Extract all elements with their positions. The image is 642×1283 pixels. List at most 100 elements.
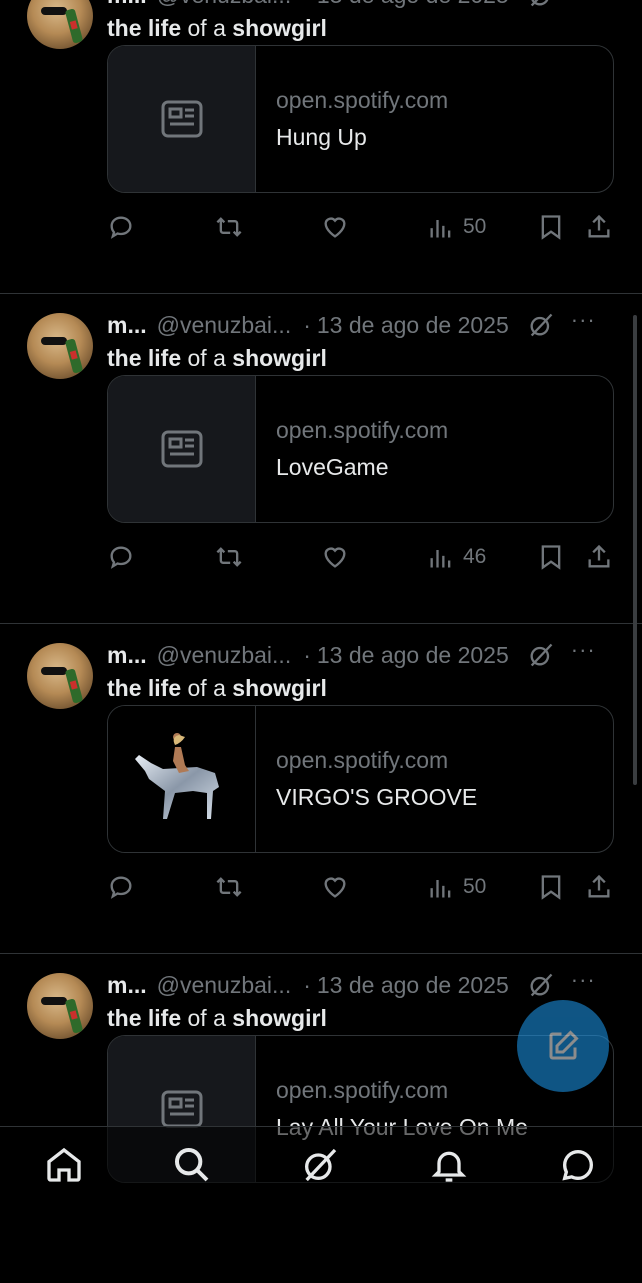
views-count: 50 bbox=[463, 215, 487, 238]
article-icon bbox=[161, 430, 202, 468]
display-name[interactable]: m... bbox=[107, 642, 147, 669]
tab-grok[interactable] bbox=[300, 1145, 340, 1185]
views-icon bbox=[430, 880, 451, 898]
bookmark-button[interactable] bbox=[537, 213, 565, 241]
card-title: LoveGame bbox=[276, 454, 389, 480]
like-button[interactable] bbox=[321, 213, 349, 241]
reply-button[interactable] bbox=[107, 543, 135, 571]
heart-icon bbox=[324, 217, 346, 238]
card-domain: open.spotify.com bbox=[276, 87, 449, 113]
share-button[interactable] bbox=[585, 213, 613, 241]
retweet-icon bbox=[216, 877, 242, 897]
display-name[interactable]: m... bbox=[107, 0, 147, 9]
grok-icon[interactable] bbox=[527, 311, 555, 339]
card-body: open.spotify.com VIRGO'S GROOVE bbox=[256, 706, 477, 852]
tab-notifications[interactable] bbox=[429, 1145, 469, 1185]
tweet[interactable]: m... @venuzbai... · 13 de ago de 2025 ··… bbox=[0, 0, 642, 294]
reply-icon bbox=[110, 876, 132, 899]
user-handle[interactable]: @venuzbai... bbox=[157, 972, 292, 999]
tweet-text: the life of a showgirl bbox=[107, 675, 327, 702]
card-thumbnail bbox=[108, 376, 256, 522]
reply-icon bbox=[110, 216, 132, 239]
tweet-text-plain: of a bbox=[181, 1005, 233, 1031]
tweet-text-bold: the life bbox=[107, 675, 182, 701]
share-icon bbox=[588, 214, 610, 238]
tweet-header: m... @venuzbai... · 13 de ago de 2025 ··… bbox=[107, 0, 614, 13]
views-count: 50 bbox=[463, 875, 487, 898]
album-art-horse-rider bbox=[134, 733, 219, 819]
timestamp[interactable]: 13 de ago de 2025 bbox=[317, 972, 509, 999]
reply-button[interactable] bbox=[107, 213, 135, 241]
avatar[interactable] bbox=[27, 643, 93, 709]
separator-dot: · bbox=[303, 0, 311, 9]
separator-dot: · bbox=[303, 971, 311, 998]
bookmark-icon bbox=[541, 875, 561, 900]
user-handle[interactable]: @venuzbai... bbox=[157, 312, 292, 339]
tweet-text-plain: of a bbox=[181, 675, 233, 701]
tweet[interactable]: m... @venuzbai... · 13 de ago de 2025 ··… bbox=[0, 623, 642, 954]
bookmark-button[interactable] bbox=[537, 543, 565, 571]
tab-search[interactable] bbox=[172, 1145, 212, 1185]
link-card[interactable]: open.spotify.com LoveGame bbox=[107, 375, 614, 523]
more-options-icon[interactable]: ··· bbox=[571, 0, 596, 3]
retweet-button[interactable] bbox=[215, 873, 243, 901]
more-options-icon[interactable]: ··· bbox=[571, 967, 596, 993]
share-button[interactable] bbox=[585, 873, 613, 901]
messages-icon bbox=[562, 1149, 594, 1181]
compose-button[interactable] bbox=[517, 1000, 609, 1092]
tweet-text-bold: the life bbox=[107, 1005, 182, 1031]
tweet-header: m... @venuzbai... · 13 de ago de 2025 ··… bbox=[107, 967, 614, 1003]
views-button[interactable]: 46 bbox=[427, 543, 486, 571]
display-name[interactable]: m... bbox=[107, 312, 147, 339]
tweet-text: the life of a showgirl bbox=[107, 1005, 327, 1032]
timestamp[interactable]: 13 de ago de 2025 bbox=[317, 642, 509, 669]
bookmark-button[interactable] bbox=[537, 873, 565, 901]
separator-dot: · bbox=[303, 311, 311, 338]
tweet-text-bold: the life bbox=[107, 15, 182, 41]
timestamp[interactable]: 13 de ago de 2025 bbox=[317, 312, 509, 339]
like-button[interactable] bbox=[321, 543, 349, 571]
retweet-button[interactable] bbox=[215, 213, 243, 241]
display-name[interactable]: m... bbox=[107, 972, 147, 999]
grok-icon[interactable] bbox=[527, 641, 555, 669]
card-body: open.spotify.com Hung Up bbox=[256, 46, 448, 192]
avatar[interactable] bbox=[27, 973, 93, 1039]
reply-button[interactable] bbox=[107, 873, 135, 901]
tweet-text: the life of a showgirl bbox=[107, 345, 327, 372]
scrollbar[interactable] bbox=[633, 315, 637, 785]
share-icon bbox=[588, 874, 610, 898]
more-options-icon[interactable]: ··· bbox=[571, 637, 596, 663]
avatar[interactable] bbox=[27, 0, 93, 49]
link-card[interactable]: open.spotify.com Hung Up bbox=[107, 45, 614, 193]
share-button[interactable] bbox=[585, 543, 613, 571]
card-title: Hung Up bbox=[276, 124, 367, 150]
user-handle[interactable]: @venuzbai... bbox=[157, 642, 292, 669]
grok-icon[interactable] bbox=[527, 0, 555, 9]
views-count: 46 bbox=[463, 545, 487, 568]
heart-icon bbox=[324, 877, 346, 898]
home-icon bbox=[47, 1147, 81, 1182]
like-button[interactable] bbox=[321, 873, 349, 901]
more-options-icon[interactable]: ··· bbox=[571, 307, 596, 333]
tab-messages[interactable] bbox=[558, 1145, 598, 1185]
link-card[interactable]: open.spotify.com VIRGO'S GROOVE bbox=[107, 705, 614, 853]
action-bar: 50 bbox=[107, 873, 612, 907]
reply-icon bbox=[110, 546, 132, 569]
action-bar: 46 bbox=[107, 543, 612, 577]
tweet-text-bold: showgirl bbox=[232, 345, 327, 371]
share-icon bbox=[588, 544, 610, 568]
bottom-tab-bar bbox=[0, 1126, 642, 1201]
views-button[interactable]: 50 bbox=[427, 213, 486, 241]
grok-icon[interactable] bbox=[527, 971, 555, 999]
views-icon bbox=[430, 550, 451, 568]
timestamp[interactable]: 13 de ago de 2025 bbox=[317, 0, 509, 9]
heart-icon bbox=[324, 547, 346, 568]
separator-dot: · bbox=[303, 641, 311, 668]
tab-home[interactable] bbox=[44, 1145, 84, 1185]
retweet-button[interactable] bbox=[215, 543, 243, 571]
tweet-text-bold: showgirl bbox=[232, 15, 327, 41]
user-handle[interactable]: @venuzbai... bbox=[157, 0, 292, 9]
views-button[interactable]: 50 bbox=[427, 873, 486, 901]
tweet[interactable]: m... @venuzbai... · 13 de ago de 2025 ··… bbox=[0, 293, 642, 624]
avatar[interactable] bbox=[27, 313, 93, 379]
